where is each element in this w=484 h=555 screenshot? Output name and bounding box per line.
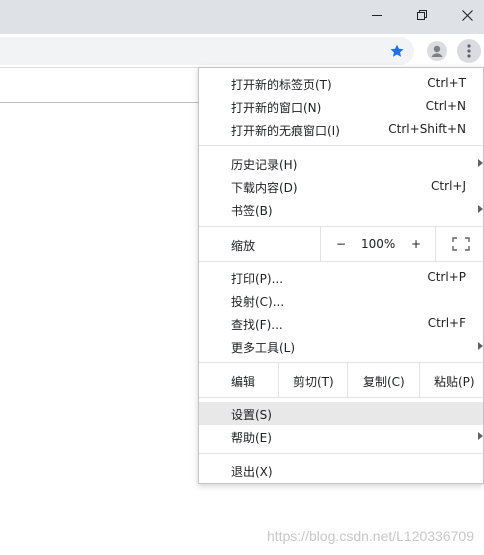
menu-item-find[interactable]: 查找(F)... Ctrl+F [199,312,483,335]
submenu-arrow-icon [478,159,483,167]
submenu-arrow-icon [478,205,483,213]
menu-separator [199,261,483,262]
menu-separator [199,145,483,146]
menu-item-print[interactable]: 打印(P)... Ctrl+P [199,266,483,289]
menu-item-shortcut: Ctrl+T [427,76,466,90]
menu-item-label: 帮助(E) [231,431,272,445]
menu-item-label: 打开新的标签页(T) [231,78,332,92]
menu-item-downloads[interactable]: 下载内容(D) Ctrl+J [199,175,483,198]
menu-item-label: 历史记录(H) [231,158,298,172]
menu-item-new-tab[interactable]: 打开新的标签页(T) Ctrl+T [199,72,483,95]
menu-button[interactable] [457,39,481,63]
zoom-out-button[interactable]: − [336,237,346,251]
minimize-button[interactable] [354,0,400,30]
star-icon [390,44,404,57]
profile-button[interactable] [425,39,449,63]
submenu-arrow-icon [478,342,483,350]
zoom-divider [435,227,436,261]
menu-item-label: 查找(F)... [231,318,283,332]
menu-item-label: 打印(P)... [231,272,284,286]
menu-item-shortcut: Ctrl+P [427,270,466,284]
menu-separator [199,397,483,398]
more-vert-icon [467,44,471,58]
fullscreen-icon [452,237,470,251]
cut-button[interactable]: 剪切(T) [293,373,334,390]
menu-item-cast[interactable]: 投射(C)... [199,289,483,312]
menu-separator [199,453,483,454]
paste-button[interactable]: 粘贴(P) [434,373,475,390]
address-bar[interactable] [0,37,414,65]
window-titlebar [0,0,484,34]
browser-toolbar [0,34,484,68]
menu-item-help[interactable]: 帮助(E) [199,425,483,448]
menu-item-exit[interactable]: 退出(X) [199,459,483,482]
edit-label: 编辑 [231,375,256,389]
close-icon [461,9,473,21]
menu-item-label: 下载内容(D) [231,181,298,195]
edit-row: 编辑 剪切(T) 复制(C) 粘贴(P) [199,363,483,397]
copy-button[interactable]: 复制(C) [363,373,405,390]
menu-item-label: 投射(C)... [231,295,285,309]
submenu-arrow-icon [478,432,483,440]
zoom-level: 100% [361,237,396,251]
menu-item-label: 设置(S) [231,408,272,422]
menu-item-more-tools[interactable]: 更多工具(L) [199,335,483,358]
menu-item-settings[interactable]: 设置(S) [199,402,483,425]
close-button[interactable] [444,0,484,30]
profile-icon [427,41,447,61]
fullscreen-button[interactable] [452,237,470,251]
edit-divider [347,363,348,397]
page-divider [0,102,199,103]
zoom-label: 缩放 [231,239,256,253]
menu-item-label: 书签(B) [231,204,273,218]
chrome-main-menu: 打开新的标签页(T) Ctrl+T 打开新的窗口(N) Ctrl+N 打开新的无… [198,67,484,484]
edit-divider [278,363,279,397]
minimize-icon [372,15,382,16]
menu-item-shortcut: Ctrl+J [431,179,466,193]
menu-item-label: 更多工具(L) [231,341,296,355]
watermark-text: https://blog.csdn.net/L120336709 [266,528,474,544]
restore-button[interactable] [399,0,445,30]
menu-item-shortcut: Ctrl+N [425,99,466,113]
menu-item-label: 打开新的窗口(N) [231,101,322,115]
menu-item-history[interactable]: 历史记录(H) [199,152,483,175]
zoom-row: 缩放 − 100% + [199,227,483,261]
menu-item-new-window[interactable]: 打开新的窗口(N) Ctrl+N [199,95,483,118]
menu-item-shortcut: Ctrl+Shift+N [388,122,466,136]
menu-item-label: 退出(X) [231,465,273,479]
zoom-divider [320,227,321,261]
zoom-in-button[interactable]: + [411,237,421,251]
menu-item-new-incognito-window[interactable]: 打开新的无痕窗口(I) Ctrl+Shift+N [199,118,483,141]
menu-item-bookmarks[interactable]: 书签(B) [199,198,483,221]
menu-item-shortcut: Ctrl+F [427,316,466,330]
bookmark-star-button[interactable] [385,39,409,63]
menu-item-label: 打开新的无痕窗口(I) [231,124,340,138]
edit-divider [419,363,420,397]
restore-icon [417,10,427,20]
